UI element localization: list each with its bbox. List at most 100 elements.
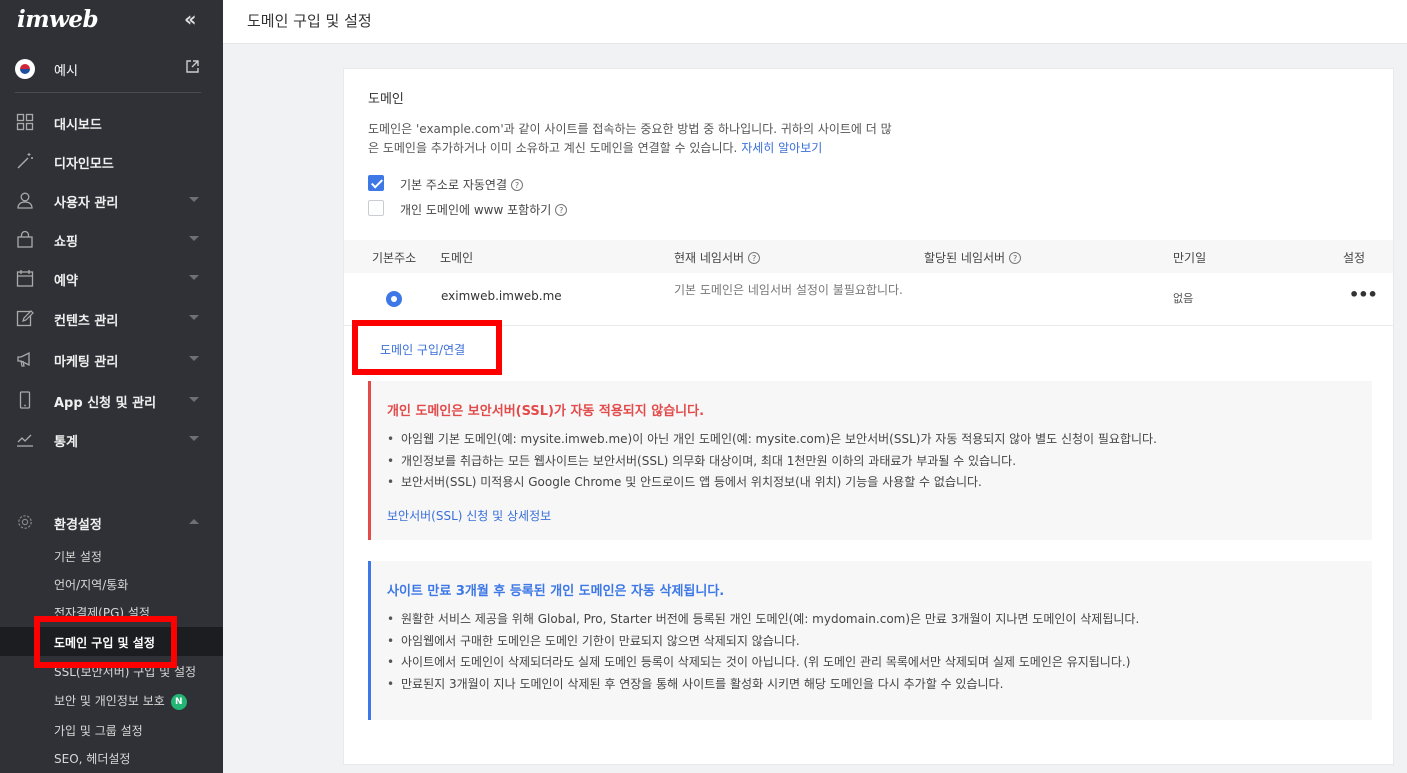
sidebar-item-statistics[interactable]: 통계 bbox=[0, 422, 223, 456]
ssl-warning-notice: 개인 도메인은 보안서버(SSL)가 자동 적용되지 않습니다. 아임웹 기본 … bbox=[368, 381, 1372, 540]
domain-name: eximweb.imweb.me bbox=[441, 289, 562, 303]
expiry-notice-list: 원활한 서비스 제공을 위해 Global, Pro, Starter 버전에 … bbox=[387, 609, 1139, 695]
help-icon[interactable]: ? bbox=[555, 204, 568, 216]
chart-line-icon bbox=[17, 434, 33, 447]
site-selector[interactable]: 예시 bbox=[0, 52, 223, 86]
sidebar-item-user-management[interactable]: 사용자 관리 bbox=[0, 183, 223, 217]
auto-connect-checkbox[interactable] bbox=[368, 175, 384, 191]
more-options-icon[interactable]: ••• bbox=[1349, 285, 1378, 304]
sidebar-item-shopping[interactable]: 쇼핑 bbox=[0, 222, 223, 256]
chevron-down-icon bbox=[189, 315, 199, 320]
imweb-logo[interactable]: imweb bbox=[17, 6, 99, 33]
sidebar-item-app[interactable]: App 신청 및 관리 bbox=[0, 383, 223, 417]
sidebar-item-label: 대시보드 bbox=[54, 118, 102, 133]
sidebar-sub-basic-settings[interactable]: 기본 설정 bbox=[54, 548, 102, 565]
sidebar: imweb ‹‹ 예시 대시보드 디자인모드 사용자 관리 쇼핑 예약 컨텐츠 … bbox=[0, 0, 223, 773]
page-title: 도메인 구입 및 설정 bbox=[247, 12, 372, 30]
ssl-notice-list: 아임웹 기본 도메인(예: mysite.imweb.me)이 아닌 개인 도메… bbox=[387, 429, 1157, 494]
sidebar-item-label: 환경설정 bbox=[54, 518, 102, 533]
domain-expiry-notice: 사이트 만료 3개월 후 등록된 개인 도메인은 자동 삭제됩니다. 원활한 서… bbox=[368, 561, 1372, 720]
sidebar-sub-signup-groups[interactable]: 가입 및 그룹 설정 bbox=[54, 722, 143, 739]
domain-card: 도메인 도메인은 'example.com'과 같이 사이트를 접속하는 중요한… bbox=[343, 68, 1394, 765]
highlight-box-sidebar bbox=[34, 616, 177, 668]
sidebar-sub-seo-header[interactable]: SEO, 헤더설정 bbox=[54, 750, 130, 767]
expiry-date: 없음 bbox=[1173, 292, 1194, 305]
sidebar-sub-security-privacy[interactable]: 보안 및 개인정보 보호 N bbox=[54, 692, 187, 710]
new-badge: N bbox=[170, 694, 187, 710]
collapse-sidebar-icon[interactable]: ‹‹ bbox=[184, 7, 197, 31]
sidebar-item-dashboard[interactable]: 대시보드 bbox=[0, 105, 223, 139]
include-www-text: 개인 도메인에 www 포함하기 bbox=[400, 203, 552, 217]
auto-connect-label: 기본 주소로 자동연결? bbox=[400, 176, 523, 193]
expiry-notice-title: 사이트 만료 3개월 후 등록된 개인 도메인은 자동 삭제됩니다. bbox=[387, 584, 725, 599]
list-item: 아임웹에서 구매한 도메인은 도메인 기한이 만료되지 않으면 삭제되지 않습니… bbox=[387, 631, 1139, 653]
default-domain-radio[interactable] bbox=[386, 291, 402, 307]
list-item: 개인정보를 취급하는 모든 웹사이트는 보안서버(SSL) 의무화 대상이며, … bbox=[387, 451, 1157, 473]
sidebar-divider bbox=[15, 92, 201, 93]
sidebar-item-content-management[interactable]: 컨텐츠 관리 bbox=[0, 301, 223, 335]
user-icon bbox=[17, 192, 33, 209]
ssl-info-link[interactable]: 보안서버(SSL) 신청 및 상세정보 bbox=[387, 507, 551, 524]
chevron-up-icon bbox=[189, 519, 199, 524]
col-assigned-ns-label: 할당된 네임서버 bbox=[924, 251, 1006, 265]
magic-wand-icon bbox=[17, 153, 33, 169]
sidebar-sub-language-region[interactable]: 언어/지역/통화 bbox=[54, 576, 128, 593]
chevron-down-icon bbox=[189, 197, 199, 202]
list-item: 사이트에서 도메인이 삭제되더라도 실제 도메인 등록이 삭제되는 것이 아닙니… bbox=[387, 652, 1139, 674]
ssl-notice-title: 개인 도메인은 보안서버(SSL)가 자동 적용되지 않습니다. bbox=[387, 404, 705, 419]
list-item: 보안서버(SSL) 미적용시 Google Chrome 및 안드로이드 앱 등… bbox=[387, 472, 1157, 494]
current-nameserver: 기본 도메인은 네임서버 설정이 불필요합니다. bbox=[674, 283, 903, 297]
highlight-box-button bbox=[352, 320, 502, 375]
col-settings: 설정 bbox=[1343, 251, 1366, 265]
sidebar-item-label: App 신청 및 관리 bbox=[54, 396, 157, 411]
sidebar-item-label: 디자인모드 bbox=[54, 157, 114, 172]
korea-flag-icon bbox=[15, 59, 35, 79]
sidebar-item-label: 쇼핑 bbox=[54, 235, 78, 250]
chevron-down-icon bbox=[189, 436, 199, 441]
include-www-label: 개인 도메인에 www 포함하기? bbox=[400, 201, 568, 218]
megaphone-icon bbox=[17, 351, 30, 367]
chevron-down-icon bbox=[189, 236, 199, 241]
shopping-bag-icon bbox=[17, 230, 33, 248]
col-domain: 도메인 bbox=[440, 251, 474, 265]
domain-table-header: 기본주소 도메인 현재 네임서버? 할당된 네임서버? 만기일 설정 bbox=[344, 240, 1393, 273]
table-row: eximweb.imweb.me 기본 도메인은 네임서버 설정이 불필요합니다… bbox=[344, 273, 1393, 326]
help-icon[interactable]: ? bbox=[1009, 252, 1022, 264]
chevron-down-icon bbox=[189, 275, 199, 280]
col-current-ns: 현재 네임서버? bbox=[674, 249, 761, 266]
sidebar-item-label: 사용자 관리 bbox=[54, 196, 119, 211]
description-line-1: 도메인은 'example.com'과 같이 사이트를 접속하는 중요한 방법 … bbox=[368, 122, 892, 136]
calendar-icon bbox=[16, 270, 34, 287]
chevron-down-icon bbox=[189, 397, 199, 402]
list-item: 원활한 서비스 제공을 위해 Global, Pro, Starter 버전에 … bbox=[387, 609, 1139, 631]
sidebar-item-settings[interactable]: 환경설정 bbox=[0, 505, 223, 539]
sidebar-item-design-mode[interactable]: 디자인모드 bbox=[0, 144, 223, 178]
sidebar-item-marketing[interactable]: 마케팅 관리 bbox=[0, 342, 223, 376]
sidebar-item-label: 마케팅 관리 bbox=[54, 355, 119, 370]
edit-icon bbox=[16, 310, 34, 327]
list-item: 만료된지 3개월이 지나 도메인이 삭제된 후 연장을 통해 사이트를 활성화 … bbox=[387, 674, 1139, 696]
sidebar-item-label: 통계 bbox=[54, 435, 78, 450]
sidebar-item-reservation[interactable]: 예약 bbox=[0, 261, 223, 295]
external-link-icon[interactable] bbox=[186, 60, 199, 73]
learn-more-link[interactable]: 자세히 알아보기 bbox=[741, 141, 822, 155]
col-default: 기본주소 bbox=[372, 251, 417, 265]
mobile-icon bbox=[19, 391, 31, 409]
sidebar-sub-label: 보안 및 개인정보 보호 bbox=[54, 694, 165, 708]
help-icon[interactable]: ? bbox=[748, 252, 761, 264]
domain-description: 도메인은 'example.com'과 같이 사이트를 접속하는 중요한 방법 … bbox=[368, 120, 948, 158]
list-item: 아임웹 기본 도메인(예: mysite.imweb.me)이 아닌 개인 도메… bbox=[387, 429, 1157, 451]
col-expiry: 만기일 bbox=[1173, 251, 1207, 265]
top-bar: 도메인 구입 및 설정 bbox=[223, 0, 1407, 44]
dashboard-icon bbox=[16, 113, 34, 131]
chevron-down-icon bbox=[189, 356, 199, 361]
include-www-checkbox[interactable] bbox=[368, 200, 384, 216]
sidebar-item-label: 컨텐츠 관리 bbox=[54, 314, 119, 329]
help-icon[interactable]: ? bbox=[511, 179, 523, 191]
sidebar-item-label: 예약 bbox=[54, 274, 78, 289]
col-current-ns-label: 현재 네임서버 bbox=[674, 251, 745, 265]
section-title: 도메인 bbox=[368, 92, 404, 107]
col-assigned-ns: 할당된 네임서버? bbox=[924, 249, 1022, 266]
gear-icon bbox=[18, 515, 32, 529]
site-name: 예시 bbox=[54, 64, 78, 79]
